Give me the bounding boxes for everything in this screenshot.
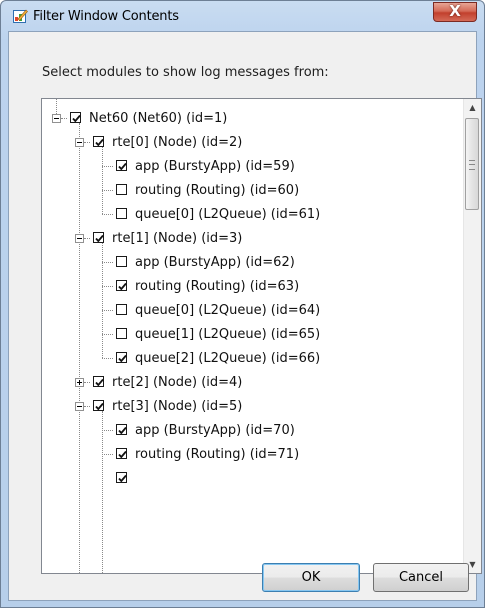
tree-item[interactable]: routing (Routing) (id=60)	[42, 179, 458, 203]
vertical-scrollbar[interactable]: ▲ ▼	[463, 99, 481, 573]
checkbox-checked[interactable]	[116, 448, 127, 459]
cancel-button[interactable]: Cancel	[373, 563, 469, 592]
tree-item[interactable]: queue[1] (L2Queue) (id=65)	[42, 323, 458, 347]
tree-item-label: queue[0] (L2Queue) (id=61)	[135, 207, 321, 222]
tree-item-label: app (BurstyApp) (id=59)	[135, 159, 295, 174]
close-button[interactable]: X	[433, 2, 477, 22]
close-icon: X	[449, 2, 461, 20]
checkbox-checked[interactable]	[116, 280, 127, 291]
grip-icon	[469, 160, 475, 170]
tree-item[interactable]: queue[2] (L2Queue) (id=66)	[42, 347, 458, 371]
tree-connector-line	[102, 286, 113, 287]
tree-item-label: routing (Routing) (id=60)	[135, 183, 300, 198]
collapse-icon[interactable]	[52, 114, 61, 123]
checkbox-unchecked[interactable]	[116, 208, 127, 219]
tree-connector-line	[102, 214, 113, 215]
tree-item[interactable]: routing (Routing) (id=71)	[42, 443, 458, 467]
tree-item[interactable]: app (BurstyApp) (id=62)	[42, 251, 458, 275]
tree-item-label: rte[2] (Node) (id=4)	[112, 375, 243, 390]
tree-connector-line	[102, 166, 113, 167]
tree-item-label: rte[1] (Node) (id=3)	[112, 231, 243, 246]
tree-item[interactable]: routing (Routing) (id=63)	[42, 275, 458, 299]
title-bar[interactable]: Filter Window Contents X	[1, 1, 484, 31]
collapse-icon[interactable]	[75, 234, 84, 243]
checkbox-checked[interactable]	[116, 472, 127, 483]
tree-connector-line	[84, 382, 90, 383]
tree-connector-line	[102, 334, 113, 335]
tree-connector-line	[84, 238, 90, 239]
checkbox-checked[interactable]	[70, 112, 81, 123]
ok-button[interactable]: OK	[262, 563, 360, 592]
tree-item-label: app (BurstyApp) (id=70)	[135, 423, 295, 438]
dialog-body: Select modules to show log messages from…	[8, 31, 482, 601]
tree-item-label: app (BurstyApp) (id=62)	[135, 255, 295, 270]
collapse-icon[interactable]	[75, 138, 84, 147]
tree-item-label: queue[1] (L2Queue) (id=65)	[135, 327, 321, 342]
checkbox-checked[interactable]	[93, 400, 104, 411]
tree-item-label: queue[2] (L2Queue) (id=66)	[135, 351, 321, 366]
scroll-up-arrow-icon[interactable]: ▲	[464, 99, 481, 116]
tree-connector-line	[102, 454, 113, 455]
tree-connector-line	[84, 406, 90, 407]
tree-connector-line	[102, 190, 113, 191]
tree-item[interactable]: Net60 (Net60) (id=1)	[42, 107, 458, 131]
filter-window: Filter Window Contents X Select modules …	[0, 0, 485, 608]
checkbox-unchecked[interactable]	[116, 328, 127, 339]
tree-connector-line	[61, 118, 67, 119]
tree-item[interactable]: app (BurstyApp) (id=70)	[42, 419, 458, 443]
checkbox-checked[interactable]	[116, 424, 127, 435]
tree-connector-line	[84, 142, 90, 143]
window-title: Filter Window Contents	[33, 9, 179, 24]
tree-connector-line	[102, 310, 113, 311]
tree-item-label: Net60 (Net60) (id=1)	[89, 111, 228, 126]
checkbox-checked[interactable]	[93, 136, 104, 147]
filter-edit-icon	[12, 8, 28, 24]
expand-icon[interactable]	[75, 378, 84, 387]
tree-connector-line	[102, 262, 113, 263]
module-tree[interactable]: Net60 (Net60) (id=1) rte[0] (Node) (id=2)…	[41, 98, 482, 574]
tree-item[interactable]: rte[2] (Node) (id=4)	[42, 371, 458, 395]
checkbox-checked[interactable]	[116, 160, 127, 171]
checkbox-checked[interactable]	[93, 376, 104, 387]
tree-item-label: routing (Routing) (id=71)	[135, 447, 300, 462]
tree-item[interactable]: app (BurstyApp) (id=59)	[42, 155, 458, 179]
checkbox-unchecked[interactable]	[116, 256, 127, 267]
scrollbar-thumb[interactable]	[465, 118, 479, 210]
tree-item[interactable]: rte[0] (Node) (id=2)	[42, 131, 458, 155]
tree-item[interactable]: rte[3] (Node) (id=5)	[42, 395, 458, 419]
tree-connector-line	[102, 358, 113, 359]
tree-connector-line	[102, 430, 113, 431]
checkbox-checked[interactable]	[93, 232, 104, 243]
tree-item-label: rte[0] (Node) (id=2)	[112, 135, 243, 150]
tree-item[interactable]: queue[0] (L2Queue) (id=64)	[42, 299, 458, 323]
tree-item[interactable]: rte[1] (Node) (id=3)	[42, 227, 458, 251]
tree-item-label: rte[3] (Node) (id=5)	[112, 399, 243, 414]
checkbox-unchecked[interactable]	[116, 304, 127, 315]
checkbox-checked[interactable]	[116, 352, 127, 363]
collapse-icon[interactable]	[75, 402, 84, 411]
instruction-text: Select modules to show log messages from…	[42, 65, 329, 80]
checkbox-unchecked[interactable]	[116, 184, 127, 195]
tree-item-label: routing (Routing) (id=63)	[135, 279, 300, 294]
tree-item[interactable]: queue[0] (L2Queue) (id=61)	[42, 203, 458, 227]
tree-viewport: Net60 (Net60) (id=1) rte[0] (Node) (id=2)…	[42, 99, 458, 573]
tree-item-label: queue[0] (L2Queue) (id=64)	[135, 303, 321, 318]
